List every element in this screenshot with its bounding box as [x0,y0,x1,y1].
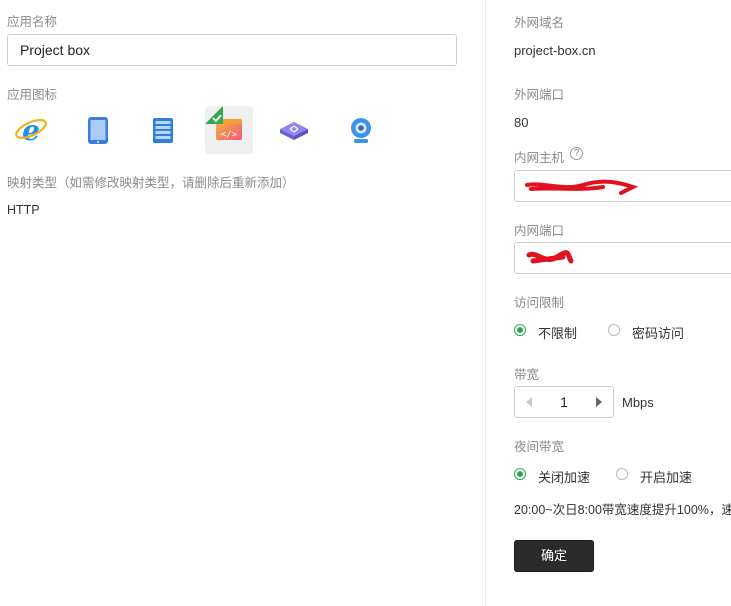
mapping-type-label: 映射类型（如需修改映射类型，请删除后重新添加） [7,176,295,190]
redaction-scribble [525,179,639,195]
chevron-left-icon [526,397,532,407]
icon-option-server[interactable] [139,106,187,154]
app-name-label: 应用名称 [7,15,58,29]
internal-host-input[interactable] [514,170,731,202]
radio-password[interactable] [608,324,620,336]
server-icon [153,118,173,143]
bandwidth-stepper[interactable]: 1 [514,386,614,418]
icon-option-webcam[interactable] [337,106,385,154]
app-icon-label: 应用图标 [7,88,58,102]
bandwidth-label: 带宽 [514,368,540,382]
svg-text:e: e [22,114,40,147]
radio-unrestricted[interactable] [514,324,526,336]
radio-boost-on[interactable] [616,468,628,480]
icon-option-router[interactable] [270,106,318,154]
internal-host-label: 内网主机 [514,151,565,165]
domain-label: 外网域名 [514,16,565,30]
redaction-scribble [526,250,574,264]
internal-port-input[interactable] [514,242,731,274]
external-port-value: 80 [514,115,529,130]
bandwidth-unit: Mbps [622,395,654,410]
icon-option-tablet[interactable] [74,106,122,154]
ie-browser-icon: e [15,114,47,147]
decrement-button[interactable] [515,387,541,417]
help-icon[interactable]: ? [570,147,583,160]
icon-option-code[interactable]: </> [205,106,253,154]
router-icon [280,122,308,140]
bandwidth-value[interactable]: 1 [541,387,587,417]
selected-check-icon [205,106,223,124]
column-divider [485,0,486,606]
increment-button[interactable] [587,387,613,417]
night-bandwidth-label: 夜间带宽 [514,440,565,454]
icon-option-ie[interactable]: e [7,106,55,154]
radio-password-label[interactable]: 密码访问 [632,323,684,342]
internal-port-label: 内网端口 [514,224,565,238]
svg-text:</>: </> [221,130,238,140]
radio-boost-off-label[interactable]: 关闭加速 [538,467,590,486]
radio-boost-off[interactable] [514,468,526,480]
tablet-icon [88,117,108,144]
external-port-label: 外网端口 [514,88,565,102]
confirm-button[interactable]: 确定 [514,540,594,572]
domain-value: project-box.cn [514,43,596,58]
webcam-icon [351,118,371,143]
chevron-right-icon [596,397,602,407]
access-limit-label: 访问限制 [514,296,565,310]
night-boost-note: 20:00~次日8:00带宽速度提升100%，速 [514,503,731,517]
radio-unrestricted-label[interactable]: 不限制 [538,323,577,342]
app-name-input[interactable] [7,34,457,66]
radio-boost-on-label[interactable]: 开启加速 [640,467,692,486]
mapping-type-value: HTTP [7,203,40,217]
